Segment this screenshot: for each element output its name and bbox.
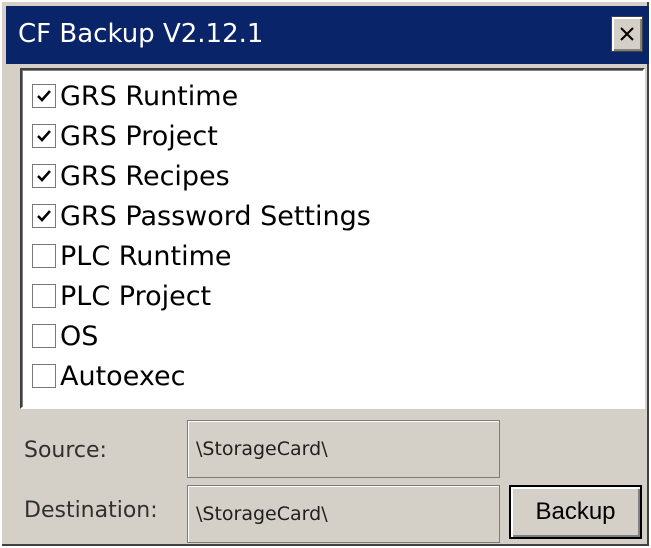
backup-button[interactable]: Backup — [509, 485, 642, 539]
item-label: OS — [60, 320, 99, 352]
list-item[interactable]: GRS Project — [32, 116, 218, 156]
list-item[interactable]: GRS Recipes — [32, 156, 230, 196]
destination-field[interactable]: \StorageCard\ — [187, 485, 500, 543]
item-label: GRS Runtime — [60, 80, 239, 112]
destination-value: \StorageCard\ — [196, 503, 328, 525]
checkmark-icon — [37, 90, 51, 102]
list-item[interactable]: GRS Runtime — [32, 76, 238, 116]
source-label: Source: — [24, 438, 107, 463]
list-item[interactable]: OS — [32, 316, 98, 356]
source-value: \StorageCard\ — [196, 438, 328, 460]
checkbox[interactable] — [32, 244, 56, 268]
checkbox[interactable] — [32, 84, 56, 108]
backup-items-list[interactable]: GRS Runtime GRS Project GRS Recipes GRS … — [20, 68, 645, 409]
checkbox[interactable] — [32, 284, 56, 308]
list-item[interactable]: PLC Project — [32, 276, 211, 316]
item-label: GRS Recipes — [60, 160, 230, 192]
item-label: Autoexec — [60, 360, 186, 392]
checkmark-icon — [37, 210, 51, 222]
checkbox[interactable] — [32, 164, 56, 188]
item-label: PLC Project — [60, 280, 212, 312]
close-icon — [620, 27, 634, 41]
item-label: GRS Project — [60, 120, 218, 152]
destination-label: Destination: — [24, 498, 158, 523]
checkbox[interactable] — [32, 364, 56, 388]
checkmark-icon — [37, 170, 51, 182]
window-title: CF Backup V2.12.1 — [18, 19, 264, 49]
item-label: PLC Runtime — [60, 240, 232, 272]
checkmark-icon — [37, 130, 51, 142]
item-label: GRS Password Settings — [60, 200, 371, 232]
cf-backup-window: CF Backup V2.12.1 GRS Runtime GRS Projec… — [0, 0, 651, 548]
close-button[interactable] — [611, 16, 643, 52]
checkbox[interactable] — [32, 204, 56, 228]
list-item[interactable]: PLC Runtime — [32, 236, 232, 276]
source-field[interactable]: \StorageCard\ — [187, 420, 500, 478]
list-item[interactable]: GRS Password Settings — [32, 196, 371, 236]
list-item[interactable]: Autoexec — [32, 356, 185, 396]
title-bar: CF Backup V2.12.1 — [6, 6, 649, 64]
checkbox[interactable] — [32, 324, 56, 348]
checkbox[interactable] — [32, 124, 56, 148]
